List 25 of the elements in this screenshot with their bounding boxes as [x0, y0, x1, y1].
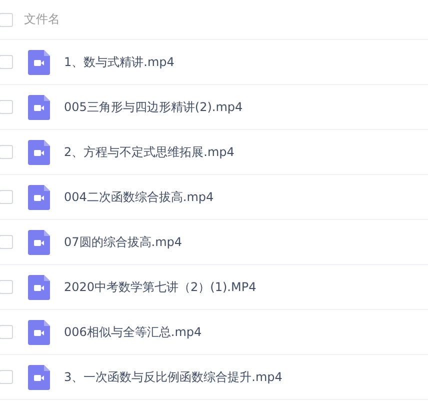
checkbox[interactable] [0, 370, 13, 384]
checkbox[interactable] [0, 100, 13, 114]
checkbox[interactable] [0, 190, 13, 204]
video-file-icon [28, 364, 50, 390]
video-file-icon [28, 274, 50, 300]
checkbox[interactable] [0, 145, 13, 159]
video-file-icon [28, 50, 50, 74]
video-file-icon [28, 230, 50, 254]
file-name[interactable]: 006相似与全等汇总.mp4 [64, 324, 202, 340]
checkbox[interactable] [0, 280, 13, 294]
video-file-icon [28, 184, 50, 210]
video-file-icon [28, 140, 50, 164]
checkbox[interactable] [0, 12, 13, 26]
video-file-icon [28, 94, 50, 120]
file-name[interactable]: 3、一次函数与反比例函数综合提升.mp4 [64, 368, 282, 386]
file-name[interactable]: 005三角形与四边形精讲(2).mp4 [64, 98, 243, 116]
checkbox[interactable] [0, 235, 13, 249]
checkbox[interactable] [0, 55, 13, 69]
video-file-icon [28, 320, 50, 344]
checkbox[interactable] [0, 325, 13, 339]
file-name[interactable]: 004二次函数综合拔高.mp4 [64, 188, 214, 206]
file-name[interactable]: 1、数与式精讲.mp4 [64, 54, 174, 70]
file-name[interactable]: 2、方程与不定式思维拓展.mp4 [64, 144, 234, 160]
file-name[interactable]: 2020中考数学第七讲（2）(1).MP4 [64, 278, 256, 296]
file-name[interactable]: 07圆的综合拔高.mp4 [64, 234, 182, 250]
